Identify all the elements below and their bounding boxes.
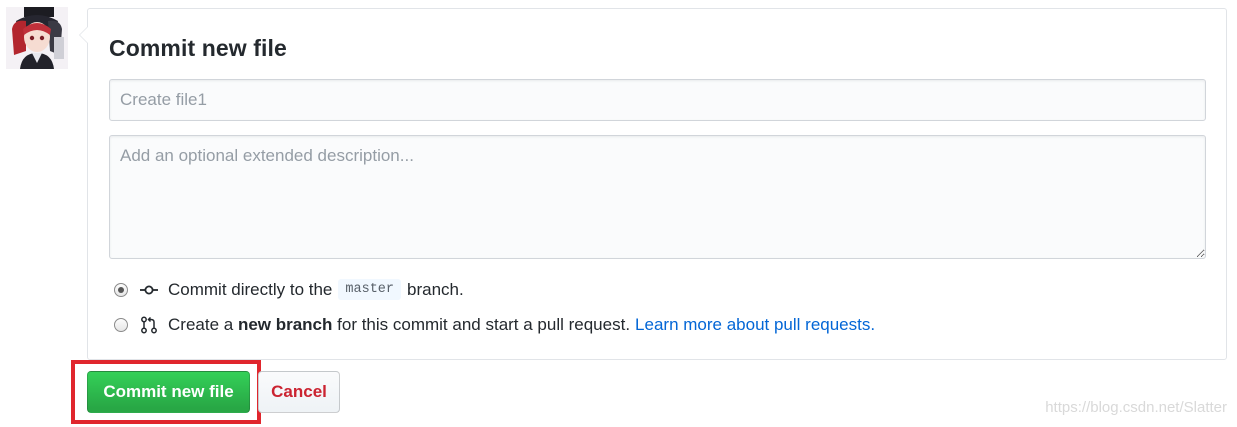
avatar[interactable] (6, 7, 68, 69)
watermark: https://blog.csdn.net/Slatter (1045, 399, 1227, 416)
cancel-button[interactable]: Cancel (258, 371, 340, 413)
branch-name-badge: master (338, 279, 401, 300)
learn-more-pull-requests-link[interactable]: Learn more about pull requests. (635, 315, 875, 335)
commit-direct-text-after: branch. (407, 279, 464, 299)
commit-direct-radio[interactable] (114, 282, 128, 297)
anime-avatar-icon (6, 7, 68, 69)
new-branch-text-before: Create a (168, 315, 234, 334)
commit-new-file-button[interactable]: Commit new file (87, 371, 250, 413)
commit-summary-input[interactable] (109, 79, 1206, 121)
new-branch-bold-text: new branch (237, 315, 333, 334)
new-branch-text-after: for this commit and start a pull request… (337, 315, 631, 334)
commit-direct-option[interactable]: Commit directly to the master branch. (114, 279, 464, 300)
commit-description-input[interactable] (109, 135, 1206, 259)
new-branch-radio[interactable] (114, 318, 128, 332)
commit-panel: Commit new file Commit directly to the m… (79, 8, 1227, 360)
git-commit-icon (140, 285, 158, 294)
git-pull-request-icon (141, 316, 157, 334)
commit-direct-text-before: Commit directly to the (168, 279, 333, 299)
new-branch-option[interactable]: Create a new branch for this commit and … (114, 315, 875, 335)
commit-title: Commit new file (109, 35, 287, 61)
